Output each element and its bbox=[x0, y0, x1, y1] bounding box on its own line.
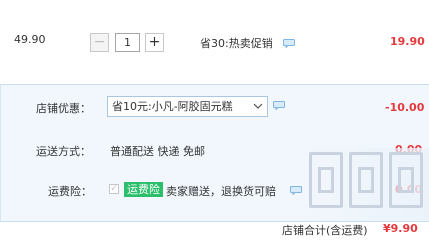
shipping-fee: 0.00 bbox=[395, 143, 423, 156]
promotion-label: 省30:热卖促销 bbox=[200, 37, 273, 50]
item-subtotal: 19.90 bbox=[390, 35, 425, 48]
comment-icon[interactable] bbox=[283, 39, 295, 48]
comment-icon[interactable] bbox=[273, 101, 285, 110]
quantity-decrease-button[interactable]: − bbox=[90, 33, 109, 52]
shop-total-label: 店铺合计(含运费) bbox=[282, 224, 368, 237]
comment-icon[interactable] bbox=[290, 186, 302, 195]
insurance-fee: 0.00 bbox=[395, 183, 423, 196]
coupon-discount-amount: -10.00 bbox=[385, 101, 425, 114]
coupon-label: 店铺优惠： bbox=[36, 102, 91, 115]
shop-coupon-select[interactable]: 省10元:小凡-阿胶固元糕 bbox=[107, 96, 268, 117]
item-unit-price: 49.90 bbox=[14, 33, 46, 46]
insurance-description: 卖家赠送，退换货可赔 bbox=[166, 185, 276, 198]
coupon-selected-value: 省10元:小凡-阿胶固元糕 bbox=[112, 100, 233, 113]
shop-total-amount: ¥9.90 bbox=[383, 222, 418, 235]
quantity-increase-button[interactable]: + bbox=[145, 33, 164, 52]
quantity-input[interactable]: 1 bbox=[115, 33, 140, 52]
shipping-method: 普通配送 快递 免邮 bbox=[110, 145, 205, 158]
insurance-checkbox[interactable]: ✓ bbox=[109, 184, 119, 194]
insurance-tag: 运费险 bbox=[124, 182, 163, 197]
chevron-down-icon bbox=[253, 103, 263, 109]
insurance-label: 运费险： bbox=[48, 185, 92, 198]
panel-left-border bbox=[0, 84, 1, 221]
shipping-label: 运送方式： bbox=[36, 145, 91, 158]
